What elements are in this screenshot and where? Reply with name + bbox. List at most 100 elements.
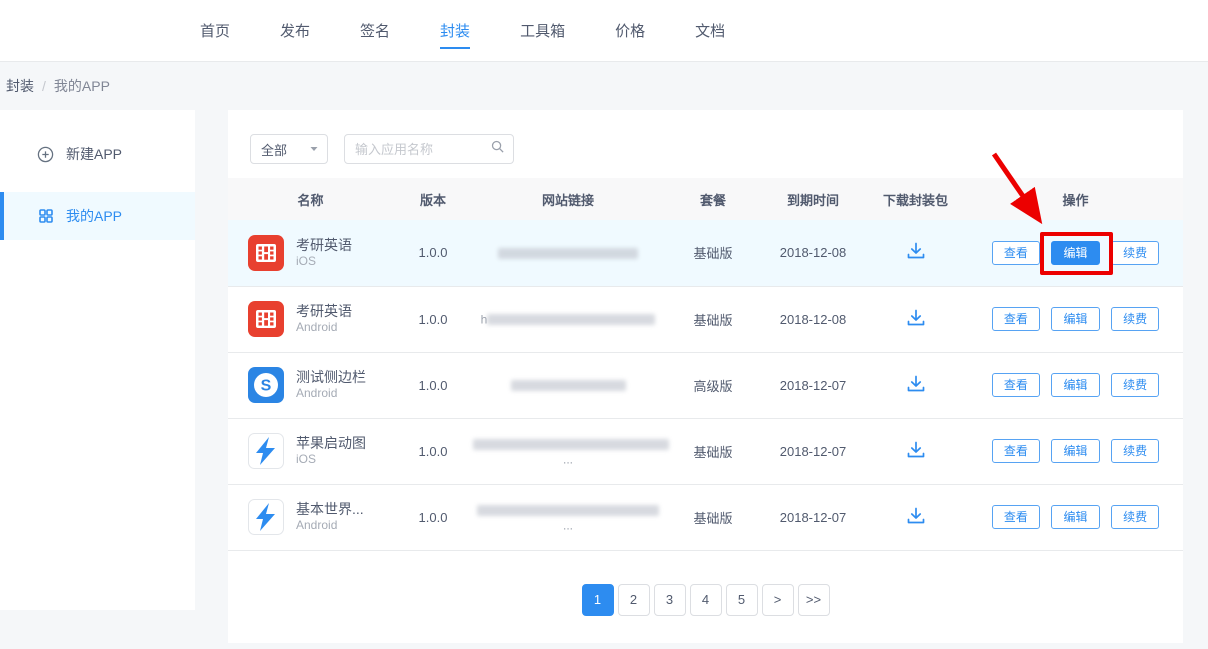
search-icon[interactable] [490,139,505,159]
download-icon[interactable] [906,441,926,459]
view-button[interactable]: 查看 [992,241,1040,265]
sidebar-item-new-app[interactable]: 新建APP [0,130,195,178]
app-platform: iOS [296,254,352,270]
download-icon[interactable] [906,242,926,260]
nav-item-publish[interactable]: 发布 [280,0,310,62]
view-button[interactable]: 查看 [992,307,1040,331]
table-header-row: 名称 版本 网站链接 套餐 到期时间 下载封装包 操作 [228,178,1183,220]
search-input[interactable] [355,142,490,157]
app-name: 苹果启动图 [296,434,366,452]
app-version: 1.0.0 [393,418,473,484]
breadcrumb-separator: / [42,78,46,94]
nav-item-price[interactable]: 价格 [615,0,645,62]
app-version: 1.0.0 [393,220,473,286]
flash-icon [248,433,284,469]
header-url: 网站链接 [473,178,663,220]
page-next[interactable]: > [762,584,794,616]
renew-button[interactable]: 续费 [1111,505,1159,529]
app-name: 考研英语 [296,236,352,254]
apps-table: 名称 版本 网站链接 套餐 到期时间 下载封装包 操作 [228,178,1183,551]
app-name: 测试侧边栏 [296,368,366,386]
app-package: 基础版 [663,484,763,550]
table-row: 苹果启动图 iOS 1.0.0 ... 基础版 2018-12-07 查看 编辑 [228,418,1183,484]
sidebar-item-my-apps[interactable]: 我的APP [0,192,195,240]
nav-item-toolbox[interactable]: 工具箱 [520,0,565,62]
app-package: 基础版 [663,286,763,352]
view-button[interactable]: 查看 [992,505,1040,529]
breadcrumb-section[interactable]: 封装 [6,76,34,96]
table-row: 考研英语 Android 1.0.0 h 基础版 2018-12-08 查看 编… [228,286,1183,352]
header-package: 套餐 [663,178,763,220]
app-version: 1.0.0 [393,484,473,550]
header-download: 下载封装包 [863,178,968,220]
pagination: 1 2 3 4 5 > >> [228,584,1183,616]
main-card: 全部 名称 版本 网站链接 [228,110,1183,643]
app-version: 1.0.0 [393,352,473,418]
app-platform: Android [296,518,364,534]
app-url: ... [473,418,663,484]
breadcrumb-current: 我的APP [54,76,110,96]
edit-button[interactable]: 编辑 [1051,241,1099,265]
renew-button[interactable]: 续费 [1111,439,1159,463]
page-2[interactable]: 2 [618,584,650,616]
download-icon[interactable] [906,309,926,327]
page-5[interactable]: 5 [726,584,758,616]
category-select[interactable]: 全部 [250,134,328,164]
film-icon [248,301,284,337]
app-url [473,220,663,286]
edit-button[interactable]: 编辑 [1051,439,1099,463]
top-navbar: 首页 发布 签名 封装 工具箱 价格 文档 [0,0,1208,62]
table-row: S 测试侧边栏 Android 1.0.0 高级版 2018-12-07 [228,352,1183,418]
category-select-value: 全部 [261,140,287,159]
renew-button[interactable]: 续费 [1111,241,1159,265]
blurred-url [498,248,638,259]
app-name: 基本世界... [296,500,364,518]
flash-icon [248,499,284,535]
renew-button[interactable]: 续费 [1111,373,1159,397]
view-button[interactable]: 查看 [992,439,1040,463]
app-version: 1.0.0 [393,286,473,352]
download-icon[interactable] [906,375,926,393]
app-url [473,352,663,418]
nav-item-home[interactable]: 首页 [200,0,230,62]
edit-button[interactable]: 编辑 [1051,307,1099,331]
header-version: 版本 [393,178,473,220]
page-1[interactable]: 1 [582,584,614,616]
page-last[interactable]: >> [798,584,830,616]
edit-button[interactable]: 编辑 [1051,505,1099,529]
page-3[interactable]: 3 [654,584,686,616]
search-box [344,134,514,164]
header-name: 名称 [228,178,393,220]
page-4[interactable]: 4 [690,584,722,616]
app-platform: iOS [296,452,366,468]
nav-item-packaging[interactable]: 封装 [440,0,470,62]
svg-text:S: S [261,378,272,395]
download-icon[interactable] [906,507,926,525]
header-actions: 操作 [968,178,1183,220]
film-icon [248,235,284,271]
chevron-down-icon [309,142,319,157]
app-platform: Android [296,386,366,402]
renew-button[interactable]: 续费 [1111,307,1159,331]
nav-item-signature[interactable]: 签名 [360,0,390,62]
app-expiry: 2018-12-07 [763,352,863,418]
plus-circle-icon [37,146,54,163]
breadcrumb: 封装 / 我的APP [0,62,1208,110]
sidebar-item-label: 我的APP [66,206,122,226]
edit-button[interactable]: 编辑 [1051,373,1099,397]
sidebar: 新建APP 我的APP [0,110,195,610]
blurred-url [511,380,626,391]
app-platform: Android [296,320,352,336]
app-expiry: 2018-12-07 [763,484,863,550]
filter-row: 全部 [228,134,1183,164]
view-button[interactable]: 查看 [992,373,1040,397]
app-url: ... [473,484,663,550]
nav-item-docs[interactable]: 文档 [695,0,725,62]
sidebar-item-label: 新建APP [66,144,122,164]
blurred-url [473,439,669,450]
app-package: 基础版 [663,220,763,286]
app-package: 高级版 [663,352,763,418]
blurred-url [487,314,655,325]
grid-icon [37,208,54,224]
app-name: 考研英语 [296,302,352,320]
